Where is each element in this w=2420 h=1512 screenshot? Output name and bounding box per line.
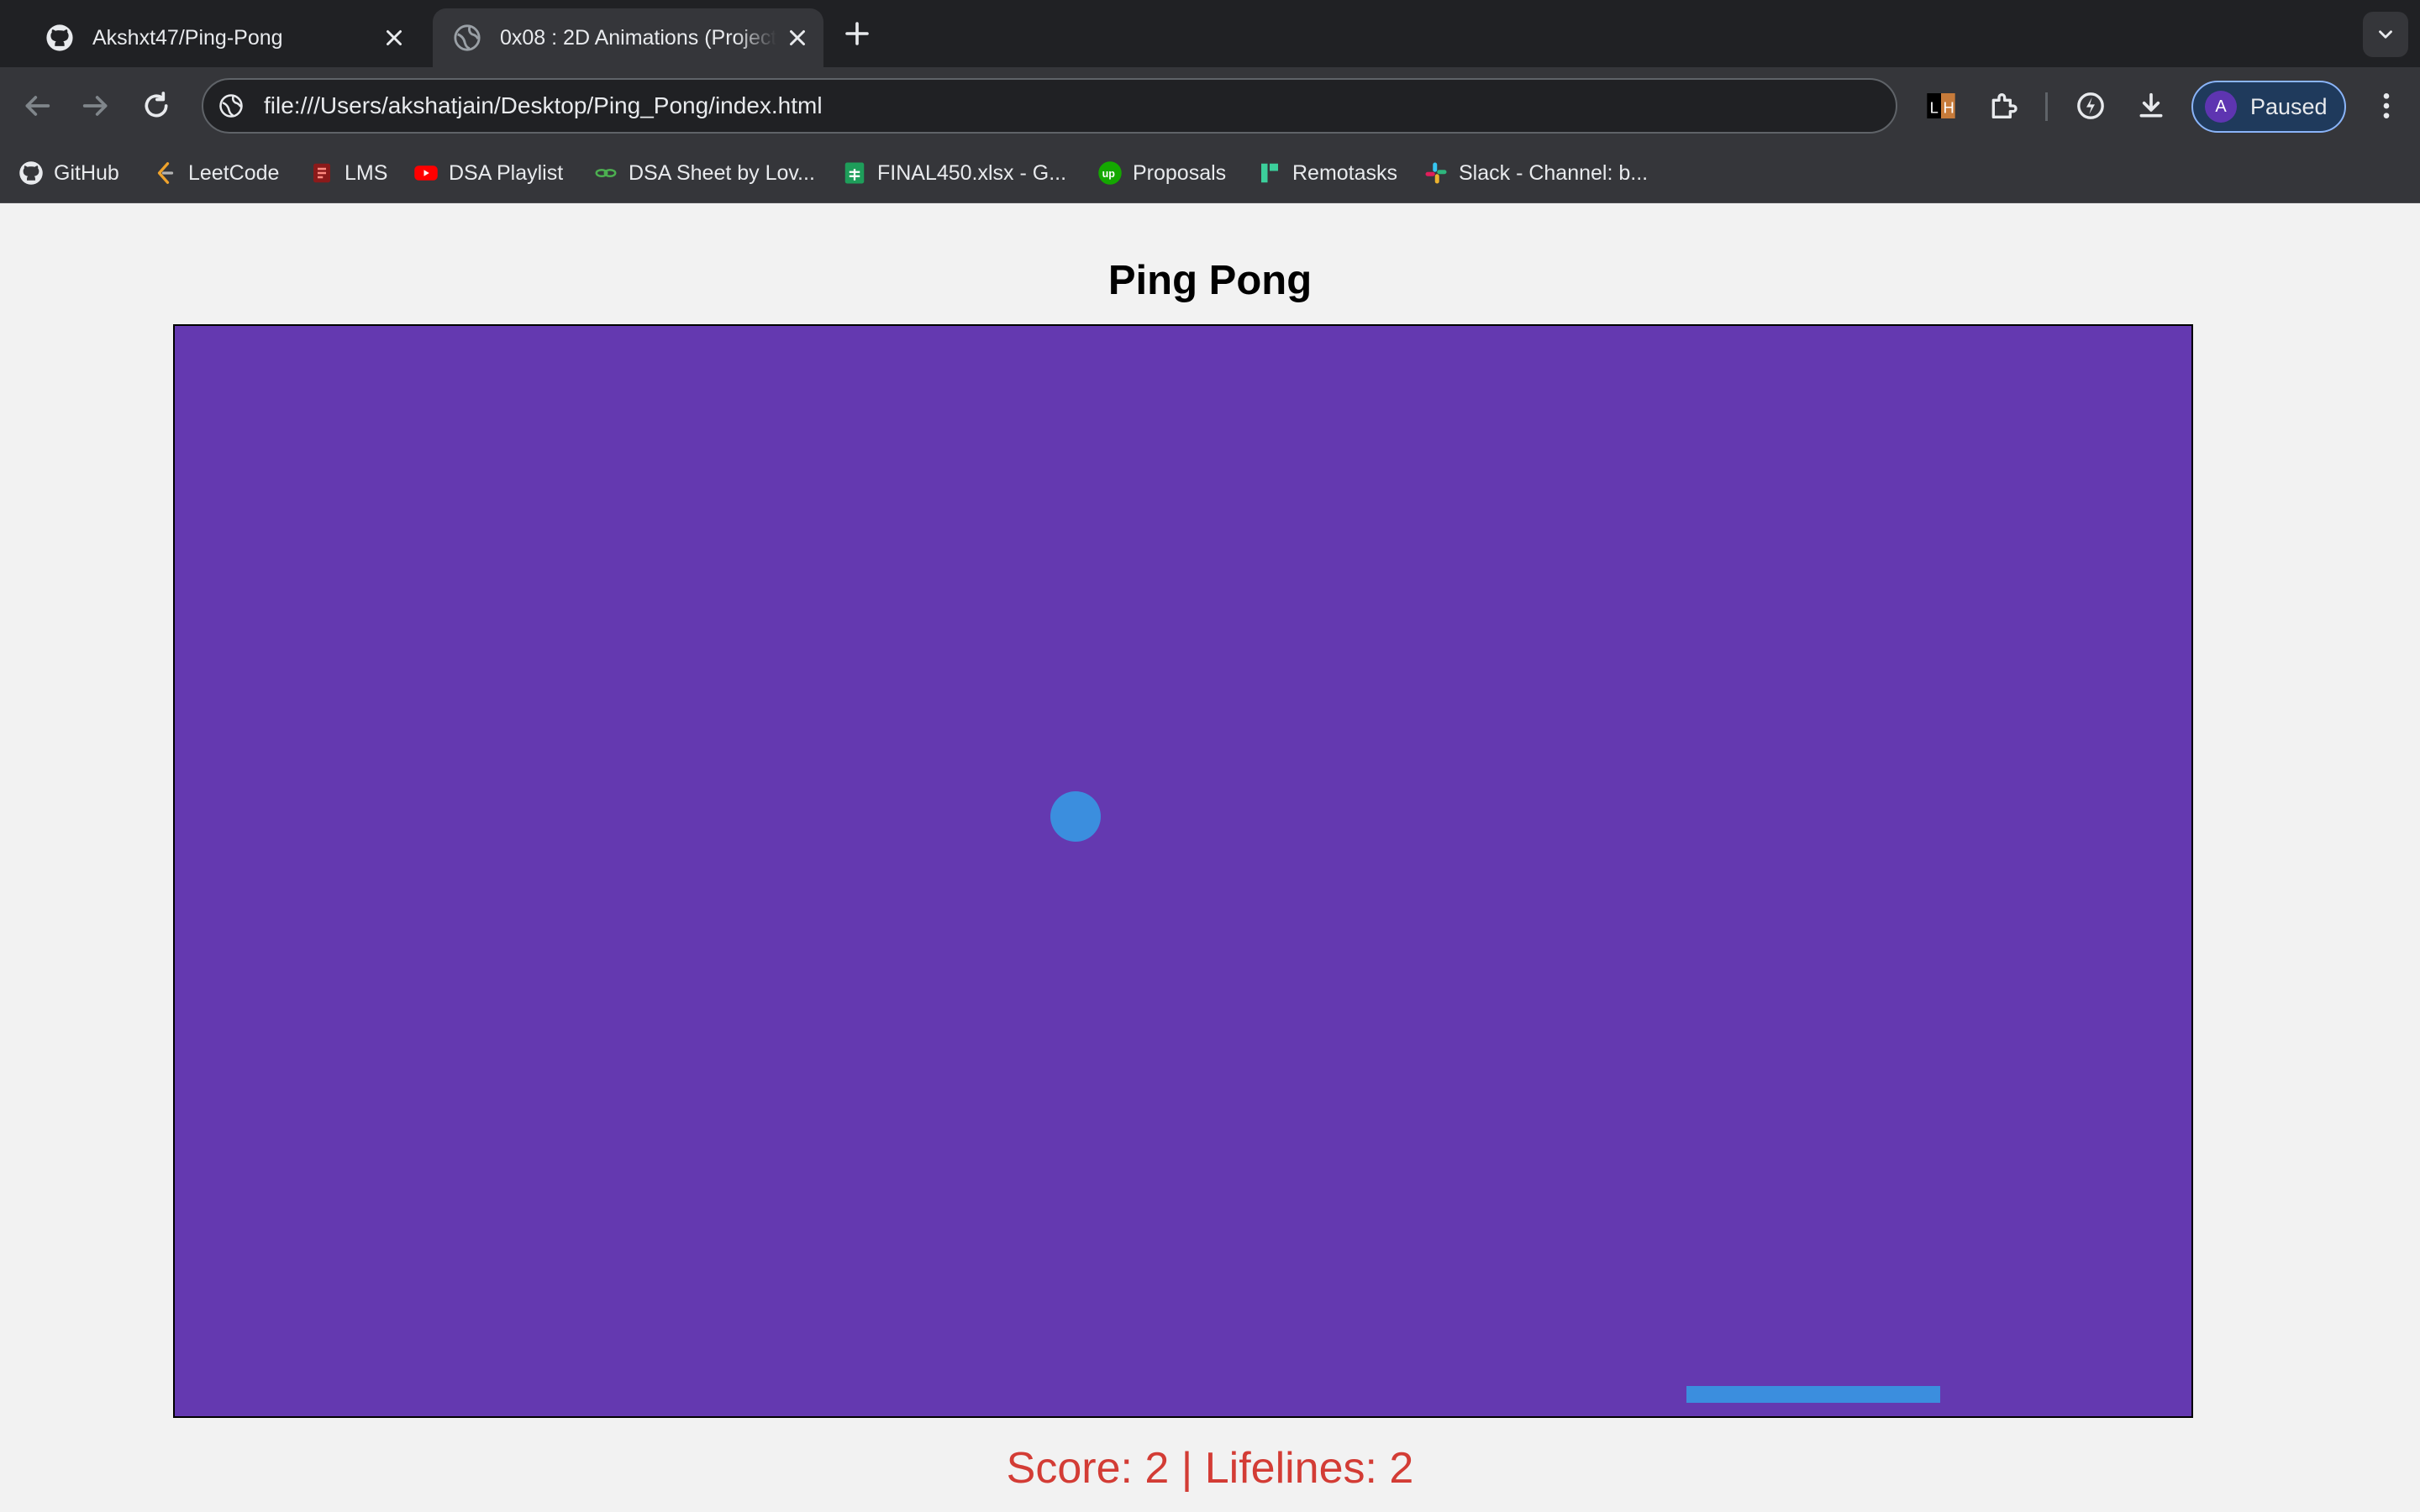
avatar: A: [2205, 91, 2237, 123]
bookmark-label: Slack - Channel: b...: [1459, 160, 1649, 185]
tab-2d-animations[interactable]: 0x08 : 2D Animations (Project: [433, 8, 823, 67]
toolbar-divider: [2045, 92, 2048, 121]
new-tab-icon[interactable]: [842, 18, 872, 49]
svg-text:H: H: [1944, 98, 1954, 116]
close-icon[interactable]: [785, 25, 810, 50]
svg-text:L: L: [1930, 98, 1939, 116]
upwork-icon: up: [1098, 161, 1122, 185]
bookmark-label: GitHub: [54, 160, 119, 185]
tab-github-ping-pong[interactable]: Akshxt47/Ping-Pong: [25, 8, 420, 67]
extensions-puzzle-icon[interactable]: [1986, 89, 2020, 123]
reload-icon[interactable]: [139, 89, 173, 123]
profile-status-label: Paused: [2250, 93, 2328, 119]
bookmark-label: LeetCode: [188, 160, 280, 185]
link-icon: [595, 169, 617, 177]
bookmark-dsa-playlist[interactable]: DSA Playlist: [413, 156, 563, 190]
chevron-down-icon: [2379, 30, 2392, 39]
bookmark-label: DSA Playlist: [449, 160, 564, 185]
download-icon[interactable]: [2134, 89, 2168, 123]
tab-title: Akshxt47/Ping-Pong: [92, 25, 283, 50]
slack-icon: [1425, 162, 1447, 184]
profile-button[interactable]: A Paused: [2191, 81, 2346, 133]
ball: [1050, 791, 1101, 842]
remotasks-icon: [1261, 163, 1278, 183]
lms-icon: [313, 163, 330, 183]
github-icon: [19, 161, 43, 185]
score-display: Score: 2 | Lifelines: 2: [1006, 1444, 1414, 1493]
bookmark-proposals[interactable]: up Proposals: [1097, 156, 1226, 190]
github-icon: [46, 24, 73, 51]
more-menu-icon[interactable]: [2370, 89, 2403, 123]
bookmark-label: DSA Sheet by Lov...: [629, 160, 815, 185]
bookmark-label: LMS: [345, 160, 388, 185]
bookmark-remotasks[interactable]: Remotasks: [1257, 156, 1397, 190]
bookmark-final450[interactable]: FINAL450.xlsx - G...: [842, 156, 1066, 190]
bookmark-label: Proposals: [1133, 160, 1227, 185]
bookmark-leetcode[interactable]: LeetCode: [153, 156, 279, 190]
page-title: Ping Pong: [1107, 258, 1313, 303]
tab-title: 0x08 : 2D Animations (Project: [500, 25, 776, 50]
bookmark-label: Remotasks: [1292, 160, 1398, 185]
url-text: file:///Users/akshatjain/Desktop/Ping_Po…: [264, 92, 823, 118]
paddle[interactable]: [1686, 1386, 1940, 1403]
svg-text:up: up: [1102, 168, 1116, 180]
site-info-icon[interactable]: [218, 93, 244, 118]
lighthouse-extension-icon[interactable]: L H: [1924, 89, 1958, 123]
forward-arrow-icon[interactable]: [79, 89, 113, 123]
youtube-icon: [414, 165, 438, 181]
leetcode-icon: [157, 162, 174, 184]
bookmark-slack[interactable]: Slack - Channel: b...: [1423, 156, 1648, 190]
game-canvas[interactable]: [173, 324, 2193, 1418]
bookmark-github[interactable]: GitHub: [18, 156, 119, 190]
bookmark-label: FINAL450.xlsx - G...: [877, 160, 1067, 185]
back-arrow-icon[interactable]: [20, 89, 54, 123]
bookmark-dsa-sheet[interactable]: DSA Sheet by Lov...: [593, 156, 815, 190]
tab-search-button[interactable]: [2363, 12, 2408, 57]
performance-icon[interactable]: [2074, 89, 2107, 123]
sheets-icon: [844, 162, 865, 184]
globe-icon: [454, 24, 481, 51]
bookmark-lms[interactable]: LMS: [309, 156, 387, 190]
close-icon[interactable]: [381, 25, 407, 50]
address-bar[interactable]: file:///Users/akshatjain/Desktop/Ping_Po…: [202, 78, 1897, 134]
